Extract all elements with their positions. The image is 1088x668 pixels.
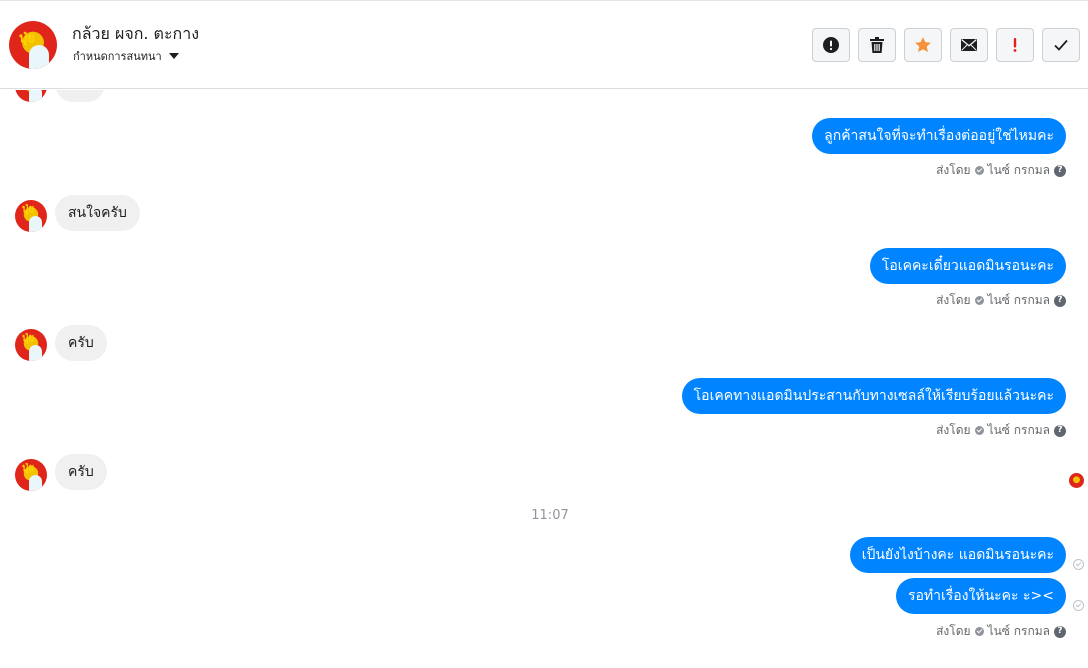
sent-by-agent[interactable]: ไนซ์ กรกมล <box>988 622 1050 641</box>
outgoing-message[interactable]: เป็นยังไงบ้างคะ แอดมินรอนะคะ <box>849 537 1066 573</box>
help-icon[interactable]: ? <box>1054 294 1066 307</box>
outgoing-message[interactable]: โอเคคทางแอดมินประสานกับทางเซลล์ให้เรียบร… <box>681 378 1066 414</box>
conversation-toolbar <box>812 28 1080 62</box>
contact-name[interactable]: กล้วย ผจก. ตะกาง <box>72 22 199 47</box>
sent-status-icon <box>1073 559 1084 570</box>
help-icon[interactable]: ? <box>1054 625 1066 638</box>
exclamation-circle-icon <box>823 37 839 53</box>
mark-unread-button[interactable] <box>950 28 988 62</box>
star-icon <box>915 37 931 52</box>
trash-icon <box>870 37 884 53</box>
contact-avatar[interactable]: ปุ่ย <box>9 21 57 69</box>
contact-avatar-small: ปุ่ย <box>15 459 47 491</box>
verified-check-icon <box>974 296 984 305</box>
report-button[interactable] <box>812 28 850 62</box>
contact-avatar-small <box>15 90 47 102</box>
conversation-header: ปุ่ย กล้วย ผจก. ตะกาง กำหนดการสนทนา <box>0 0 1088 89</box>
conversation-schedule-dropdown[interactable]: กำหนดการสนทนา <box>73 47 179 65</box>
message-thread[interactable]: ลูกค้าสนใจที่จะทำเรื่องต่ออยู่ใช่ไหมคะ ส… <box>0 90 1088 668</box>
outgoing-message[interactable]: ลูกค้าสนใจที่จะทำเรื่องต่ออยู่ใช่ไหมคะ <box>812 118 1066 154</box>
star-button[interactable] <box>904 28 942 62</box>
verified-check-icon <box>974 426 984 435</box>
incoming-message-partial[interactable] <box>55 90 105 102</box>
sent-by-label: ส่งโดย <box>936 293 971 307</box>
flag-button[interactable] <box>996 28 1034 62</box>
outgoing-message[interactable]: โอเคคะเดี๋ยวแอดมินรอนะคะ <box>869 248 1066 284</box>
envelope-icon <box>961 39 977 51</box>
sent-by-agent[interactable]: ไนซ์ กรกมล <box>988 291 1050 310</box>
sent-by-info: ส่งโดย ไนซ์ กรกมล ? <box>936 161 1066 180</box>
help-icon[interactable]: ? <box>1054 164 1066 177</box>
help-icon[interactable]: ? <box>1054 424 1066 437</box>
contact-avatar-small: ปุ่ย <box>15 200 47 232</box>
done-button[interactable] <box>1042 28 1080 62</box>
sent-by-label: ส่งโดย <box>936 163 971 177</box>
sent-status-icon <box>1073 600 1084 611</box>
caret-down-icon <box>168 53 179 59</box>
sent-by-agent[interactable]: ไนซ์ กรกมล <box>988 421 1050 440</box>
conversation-schedule-label: กำหนดการสนทนา <box>73 50 162 63</box>
verified-check-icon <box>974 166 984 175</box>
incoming-message[interactable]: ครับ <box>55 454 107 490</box>
seen-receipt-avatar <box>1069 473 1084 488</box>
exclamation-icon <box>1013 38 1017 52</box>
incoming-message[interactable]: ครับ <box>55 325 107 361</box>
delete-button[interactable] <box>858 28 896 62</box>
outgoing-message[interactable]: รอทำเรื่องให้นะคะ ะ>< <box>895 578 1066 614</box>
contact-avatar-small: ปุ่ย <box>15 329 47 361</box>
sent-by-info: ส่งโดย ไนซ์ กรกมล ? <box>936 291 1066 310</box>
sent-by-agent[interactable]: ไนซ์ กรกมล <box>988 161 1050 180</box>
sent-by-info: ส่งโดย ไนซ์ กรกมล ? <box>936 622 1066 641</box>
message-timestamp: 11:07 <box>531 508 569 523</box>
verified-check-icon <box>974 627 984 636</box>
sent-by-info: ส่งโดย ไนซ์ กรกมล ? <box>936 421 1066 440</box>
sent-by-label: ส่งโดย <box>936 624 971 638</box>
incoming-message[interactable]: สนใจครับ <box>55 195 140 231</box>
check-icon <box>1054 39 1068 51</box>
sent-by-label: ส่งโดย <box>936 423 971 437</box>
